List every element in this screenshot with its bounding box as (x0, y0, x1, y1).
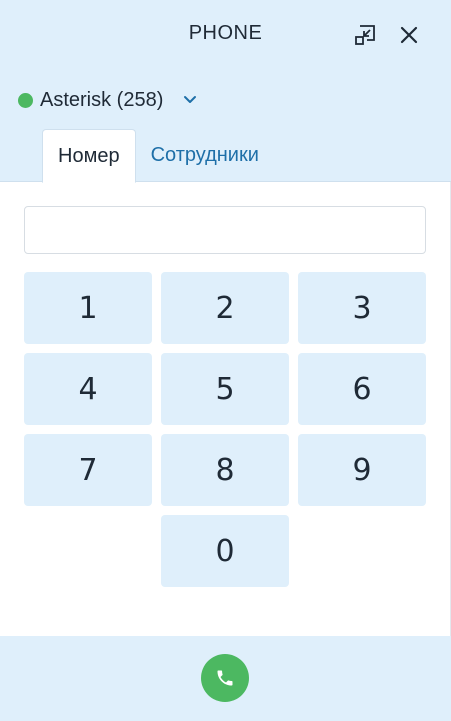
call-footer (0, 636, 451, 721)
account-label: Asterisk (258) (40, 88, 164, 111)
key-0[interactable]: 0 (161, 515, 289, 587)
key-2[interactable]: 2 (161, 272, 289, 344)
tab-employees[interactable]: Сотрудники (136, 129, 274, 182)
key-3[interactable]: 3 (298, 272, 426, 344)
call-button[interactable] (201, 654, 249, 702)
minimize-window-icon (355, 25, 375, 45)
key-1[interactable]: 1 (24, 272, 152, 344)
close-icon (400, 26, 418, 44)
dial-number-input[interactable] (24, 206, 426, 254)
key-4[interactable]: 4 (24, 353, 152, 425)
dialer-tabs: Номер Сотрудники (42, 129, 274, 183)
phone-header-panel: PHONE Asterisk (258) Номер Сотрудники (0, 0, 451, 183)
dial-keypad: 1 2 3 4 5 6 7 8 9 0 (24, 272, 426, 587)
widget-title: PHONE (188, 22, 263, 44)
key-9[interactable]: 9 (298, 434, 426, 506)
minimize-button[interactable] (352, 22, 378, 48)
account-selector[interactable]: Asterisk (258) (18, 88, 197, 112)
online-status-dot (18, 92, 33, 108)
tab-number[interactable]: Номер (42, 129, 136, 183)
phone-icon (217, 670, 233, 686)
key-8[interactable]: 8 (161, 434, 289, 506)
close-button[interactable] (396, 22, 422, 48)
key-7[interactable]: 7 (24, 434, 152, 506)
chevron-down-icon (183, 95, 197, 105)
phone-widget: PHONE Asterisk (258) Номер Сотрудники 1 … (0, 0, 451, 721)
key-6[interactable]: 6 (298, 353, 426, 425)
key-5[interactable]: 5 (161, 353, 289, 425)
